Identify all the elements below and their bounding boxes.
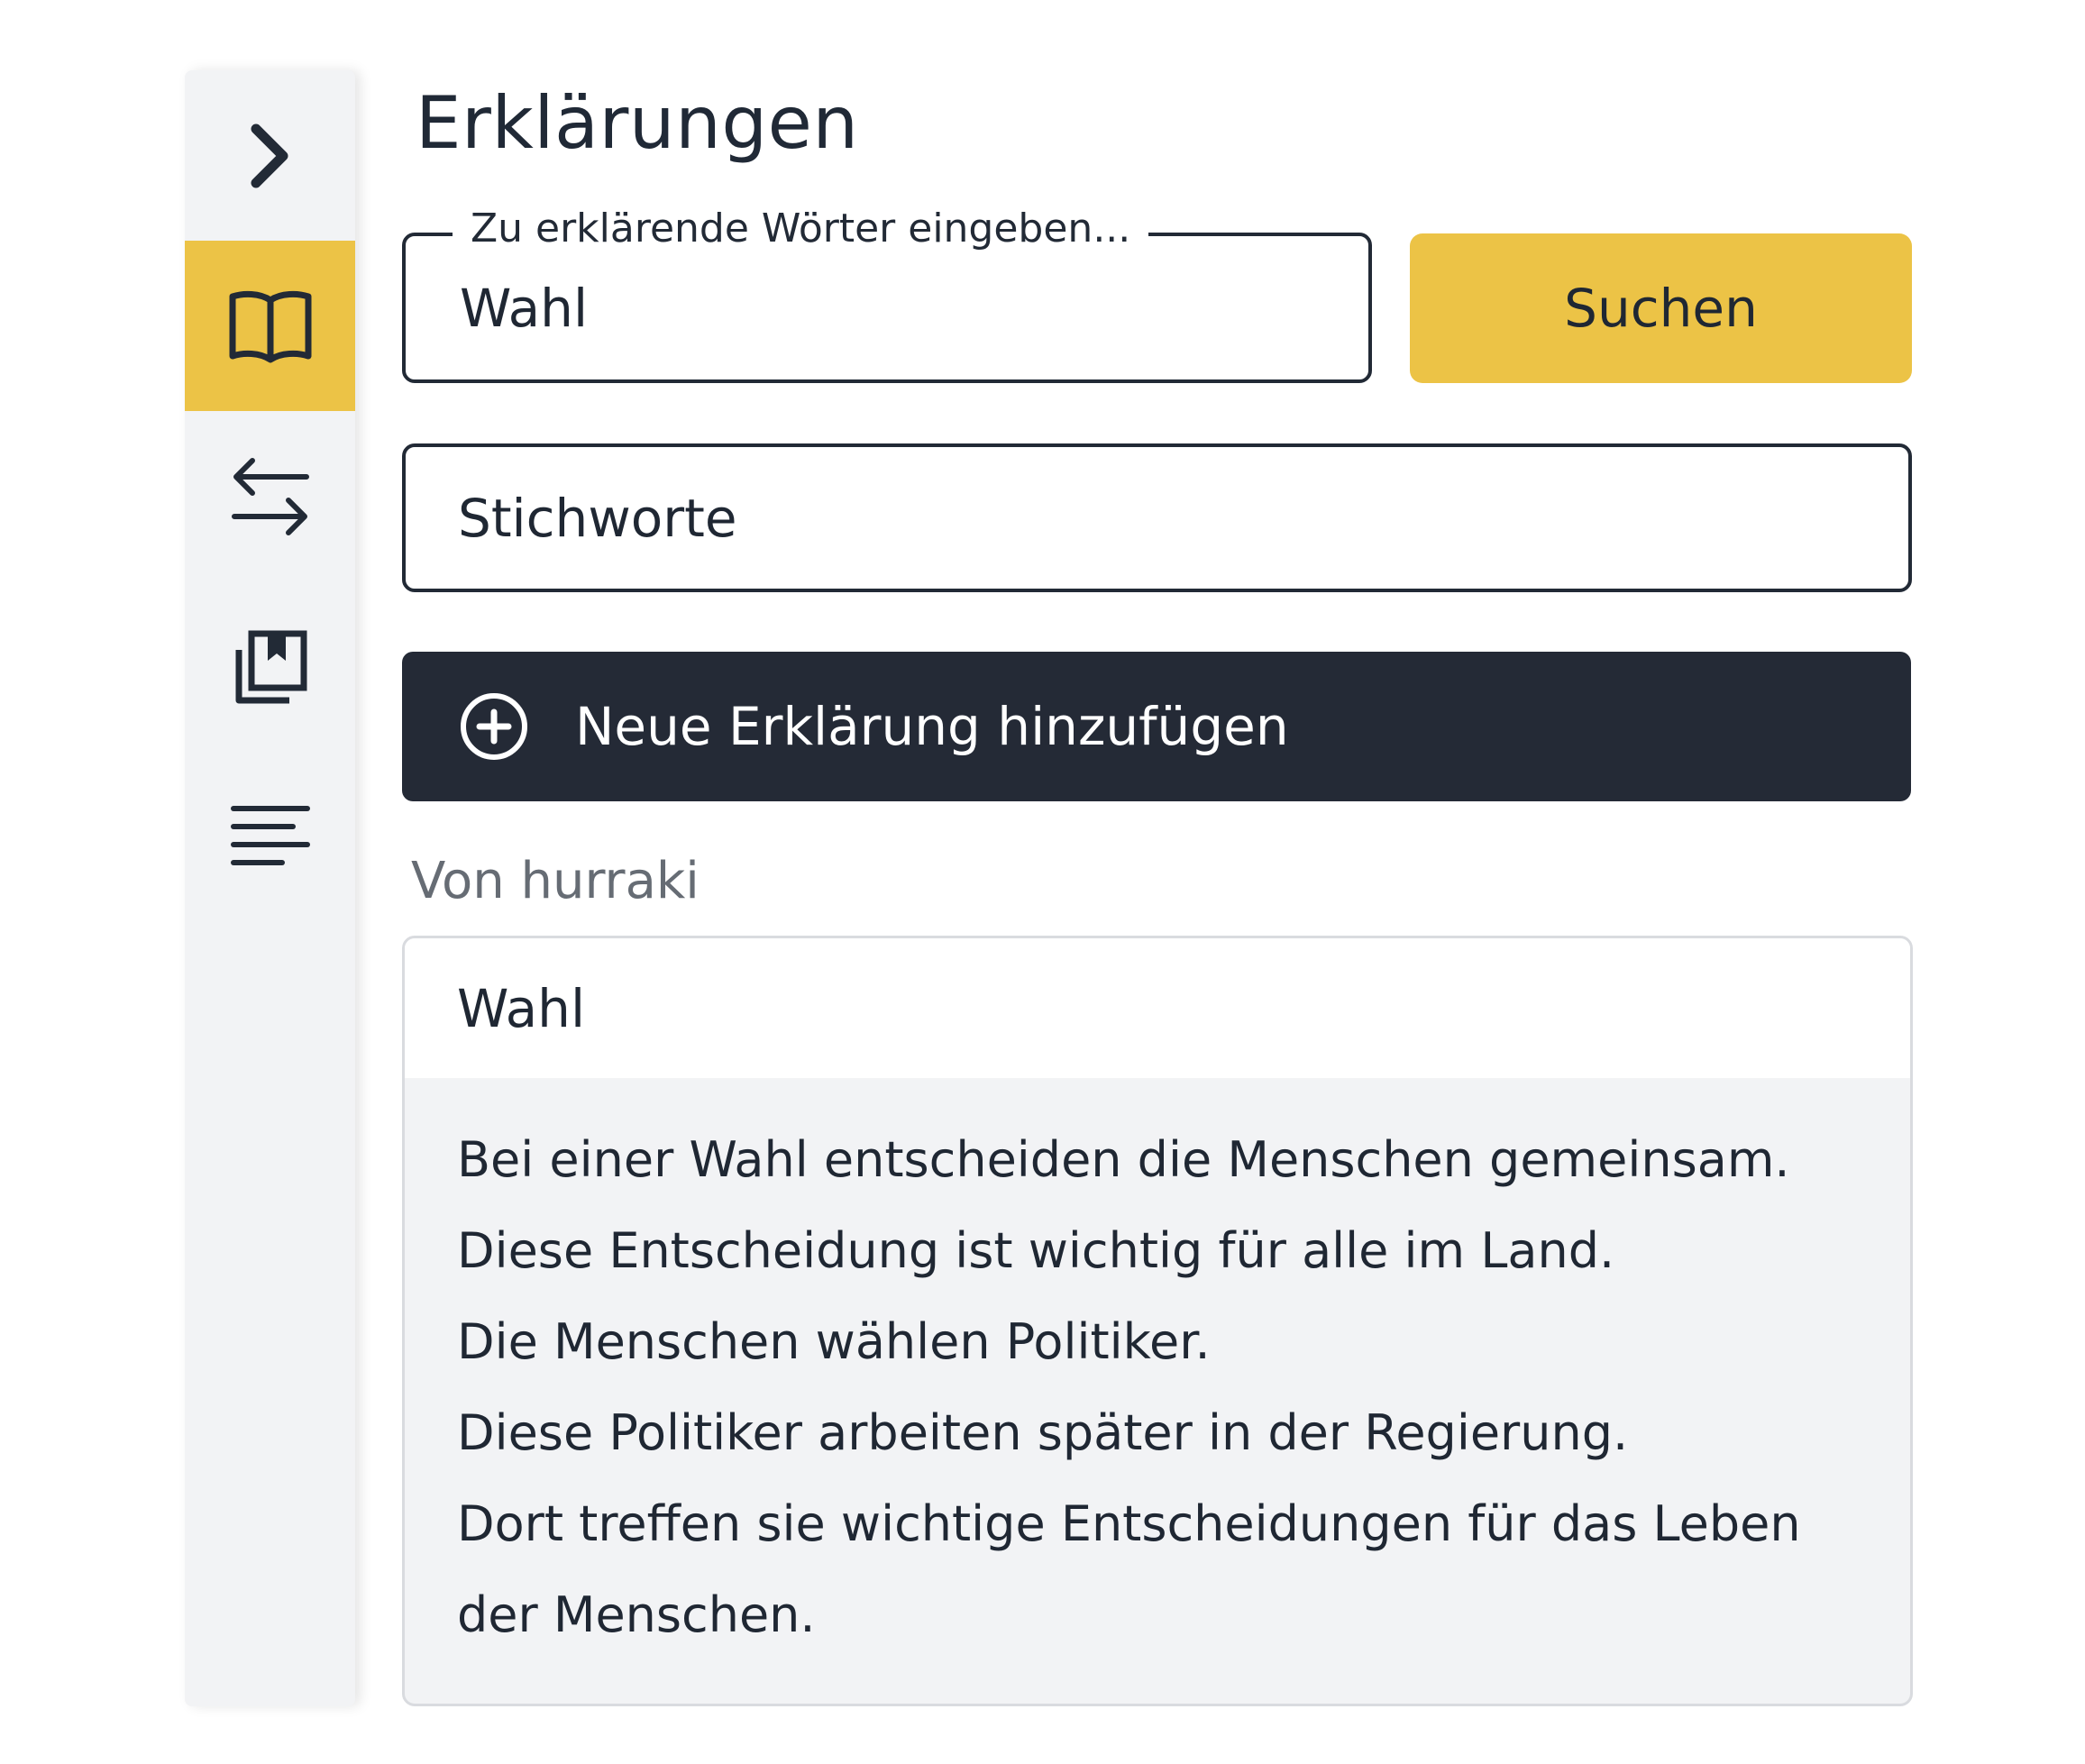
text-lines-icon <box>230 805 310 865</box>
source-label: Von hurraki <box>411 852 700 910</box>
sidebar-item-explanations[interactable] <box>185 241 355 411</box>
add-explanation-button[interactable]: Neue Erklärung hinzufügen <box>402 652 1911 801</box>
explanation-line: Diese Entscheidung ist wichtig für alle … <box>457 1222 1615 1279</box>
sidebar <box>185 70 355 1706</box>
bookmark-collection-icon <box>235 630 306 703</box>
explanation-line: Dort treffen sie wichtige Entscheidungen… <box>457 1495 1801 1552</box>
explanation-line: Diese Politiker arbeiten später in der R… <box>457 1404 1629 1461</box>
chevron-right-icon <box>251 123 288 187</box>
explanation-line: der Menschen. <box>457 1586 816 1643</box>
explanation-body: Bei einer Wahl entscheiden die Menschen … <box>405 1078 1910 1660</box>
search-input[interactable] <box>460 278 1325 339</box>
sidebar-item-text[interactable] <box>185 752 355 922</box>
add-explanation-label: Neue Erklärung hinzufügen <box>575 696 1289 757</box>
arrows-swap-icon <box>231 457 309 535</box>
keywords-field[interactable]: Stichworte <box>402 443 1912 592</box>
sidebar-item-saved[interactable] <box>185 581 355 752</box>
explanation-line: Die Menschen wählen Politiker. <box>457 1313 1211 1370</box>
explanation-line: Bei einer Wahl entscheiden die Menschen … <box>457 1131 1790 1188</box>
keywords-label: Stichworte <box>458 487 737 549</box>
page-title: Erklärungen <box>416 81 859 165</box>
explanation-card: Wahl Bei einer Wahl entscheiden die Mens… <box>402 936 1913 1706</box>
search-button[interactable]: Suchen <box>1410 233 1912 383</box>
explanation-term: Wahl <box>405 938 1910 1078</box>
book-open-icon <box>229 290 311 362</box>
search-field-label: Zu erklärende Wörter eingeben... <box>453 206 1149 251</box>
plus-circle-icon <box>458 690 530 763</box>
sidebar-item-translate[interactable] <box>185 411 355 581</box>
sidebar-toggle-button[interactable] <box>185 70 355 241</box>
search-field[interactable]: Zu erklärende Wörter eingeben... <box>402 206 1372 383</box>
